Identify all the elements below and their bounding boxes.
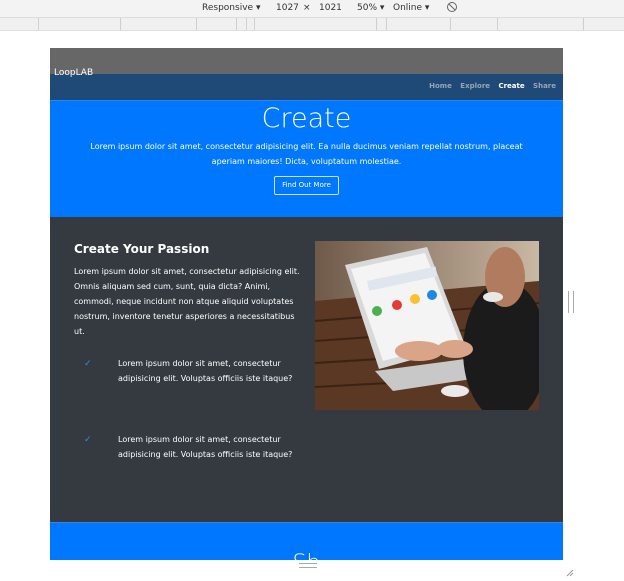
device-select[interactable]: Responsive ▾ [202,3,260,13]
dimension-separator: × [303,3,311,13]
section-text: Lorem ipsum dolor sit amet, consectetur … [74,267,300,336]
width-input[interactable]: 1027 [276,3,299,13]
brand-logo[interactable]: LoopLAB [54,68,93,78]
section-title: Create Your Passion [74,242,210,256]
resize-handle-right[interactable] [568,291,574,313]
feature-item: Lorem ipsum dolor sit amet, consectetur … [118,359,293,383]
device-toolbar: Responsive ▾ 1027 × 1021 50% ▾ Online ▾ [0,0,624,18]
rotate-icon[interactable] [446,1,458,16]
feature-item: Lorem ipsum dolor sit amet, consectetur … [118,435,293,459]
check-icon: ✓ [84,359,92,369]
hero-text: Lorem ipsum dolor sit amet, consectetur … [90,142,523,166]
laptop-photo [315,241,539,410]
height-input[interactable]: 1021 [319,3,342,13]
find-out-more-button[interactable]: Find Out More [274,176,339,195]
nav-explore[interactable]: Explore [460,82,490,90]
resize-corner-icon[interactable] [566,562,574,577]
resize-handle-bottom[interactable] [299,563,317,568]
hero-title: Create [261,103,352,134]
nav-links: Home Explore Create Share [423,82,556,90]
share-section: Sh [50,522,563,560]
hero-section: Create Lorem ipsum dolor sit amet, conse… [50,100,563,218]
nav-share[interactable]: Share [533,82,556,90]
media-query-ruler [0,18,624,31]
share-title: Sh [50,551,563,560]
check-icon: ✓ [84,435,92,445]
throttle-select[interactable]: Online ▾ [393,3,429,13]
zoom-select[interactable]: 50% ▾ [357,3,384,13]
nav-create[interactable]: Create [498,82,524,90]
navbar: LoopLAB Home Explore Create Share [50,68,563,100]
top-strip [50,48,563,74]
emulated-page: LoopLAB Home Explore Create Share Create… [50,48,563,560]
passion-section: Create Your Passion Lorem ipsum dolor si… [50,217,563,522]
nav-home[interactable]: Home [429,82,452,90]
